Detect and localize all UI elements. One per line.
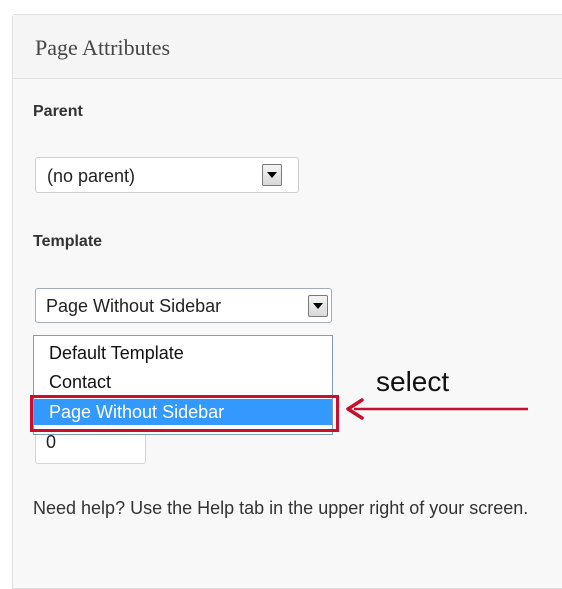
parent-select-value: (no parent) <box>47 166 136 186</box>
template-select[interactable]: Page Without Sidebar <box>35 288 332 323</box>
chevron-down-icon <box>267 172 277 178</box>
template-label: Template <box>33 233 103 250</box>
parent-select[interactable]: (no parent) <box>35 157 299 193</box>
chevron-down-icon <box>313 303 323 309</box>
order-input[interactable]: 0 <box>35 430 146 464</box>
parent-label: Parent <box>33 103 83 120</box>
template-option-page-without-sidebar[interactable]: Page Without Sidebar <box>34 399 332 425</box>
template-select-value: Page Without Sidebar <box>46 296 222 316</box>
order-input-value: 0 <box>46 432 57 452</box>
annotation-label: select <box>376 366 450 397</box>
template-dropdown-list: Default Template Contact Page Without Si… <box>33 335 333 435</box>
annotation-arrow-icon <box>346 398 528 420</box>
parent-dropdown-button[interactable] <box>262 164 282 186</box>
panel-header: Page Attributes <box>13 15 562 79</box>
template-dropdown-button[interactable] <box>308 295 328 317</box>
help-text: Need help? Use the Help tab in the upper… <box>33 498 529 518</box>
panel-title: Page Attributes <box>35 35 171 60</box>
template-option-default[interactable]: Default Template <box>34 341 332 365</box>
template-option-contact[interactable]: Contact <box>34 370 332 394</box>
